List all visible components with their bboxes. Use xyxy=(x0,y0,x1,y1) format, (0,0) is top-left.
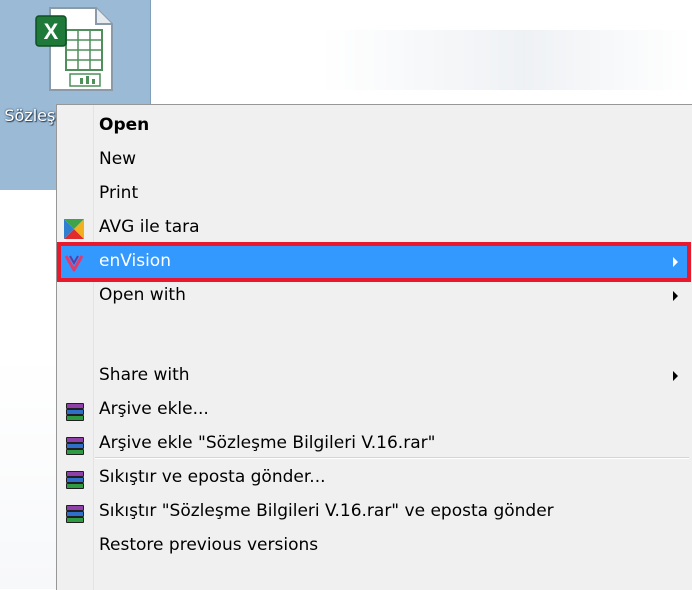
menu-item-open-with[interactable]: Open with xyxy=(60,279,688,313)
menu-item-add-to-named-archive[interactable]: Arşive ekle "Sözleşme Bilgileri V.16.rar… xyxy=(60,427,688,461)
menu-item-avg-scan[interactable]: AVG ile tara xyxy=(60,211,688,245)
winrar-icon xyxy=(64,435,84,455)
menu-item-label: Print xyxy=(99,183,139,203)
desktop-wallpaper xyxy=(320,30,692,90)
menu-item-label: Sıkıştır ve eposta gönder... xyxy=(99,467,326,487)
submenu-arrow-icon xyxy=(673,257,678,267)
svg-text:X: X xyxy=(44,19,59,44)
winrar-icon xyxy=(64,401,84,421)
submenu-arrow-icon xyxy=(673,371,678,381)
winrar-icon xyxy=(64,469,84,489)
file-label: Sözleşme Bilgileri V.16 xyxy=(4,106,64,148)
desktop: X Sözleşme Bilgileri V.16 Open New Print… xyxy=(0,0,692,590)
excel-file-icon: X xyxy=(35,7,113,91)
menu-item-label: Share with xyxy=(99,365,190,385)
menu-item-compress-named-and-email[interactable]: Sıkıştır "Sözleşme Bilgileri V.16.rar" v… xyxy=(60,495,688,529)
menu-item-label: Open with xyxy=(99,285,186,305)
menu-item-compress-and-email[interactable]: Sıkıştır ve eposta gönder... xyxy=(60,461,688,495)
menu-item-envision[interactable]: enVision xyxy=(57,242,691,282)
menu-item-label: Arşive ekle... xyxy=(99,399,209,419)
menu-item-label: New xyxy=(99,149,137,169)
menu-item-label: Sıkıştır "Sözleşme Bilgileri V.16.rar" v… xyxy=(99,501,554,521)
menu-item-label: AVG ile tara xyxy=(99,217,200,237)
menu-item-open[interactable]: Open xyxy=(60,109,688,143)
envision-icon xyxy=(64,255,84,272)
menu-item-print[interactable]: Print xyxy=(60,177,688,211)
menu-item-add-to-archive[interactable]: Arşive ekle... xyxy=(60,393,688,427)
avg-icon xyxy=(64,219,84,239)
submenu-arrow-icon xyxy=(673,291,678,301)
menu-item-restore-previous-versions[interactable]: Restore previous versions xyxy=(60,529,688,563)
context-menu: Open New Print AVG ile tara enVision Ope… xyxy=(56,104,692,590)
file-label-container: Sözleşme Bilgileri V.16 xyxy=(4,104,64,190)
menu-item-label: Open xyxy=(99,115,150,135)
menu-item-label: Restore previous versions xyxy=(99,535,319,555)
menu-item-label: enVision xyxy=(99,251,171,271)
menu-item-share-with[interactable]: Share with xyxy=(60,359,688,393)
menu-item-label: Arşive ekle "Sözleşme Bilgileri V.16.rar… xyxy=(99,433,436,453)
winrar-icon xyxy=(64,503,84,523)
menu-item-new[interactable]: New xyxy=(60,143,688,177)
